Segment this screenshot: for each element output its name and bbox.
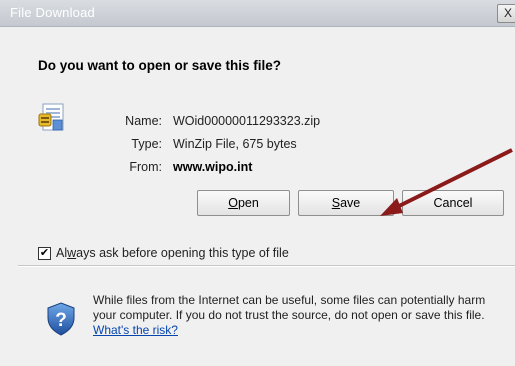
label-prefix: Al	[56, 246, 68, 260]
open-label: pen	[237, 196, 259, 210]
top-panel: Do you want to open or save this file? N…	[0, 28, 515, 265]
warning-message: While files from the Internet can be use…	[93, 293, 511, 338]
save-button[interactable]: Save	[298, 190, 394, 216]
file-source-value: www.wipo.int	[173, 160, 253, 174]
save-label: ave	[340, 196, 361, 210]
shield-question-icon: ?	[47, 302, 75, 336]
file-type-value: WinZip File, 675 bytes	[173, 137, 297, 151]
whats-the-risk-link[interactable]: What's the risk?	[93, 323, 178, 337]
warning-body: While files from the Internet can be use…	[93, 293, 486, 322]
name-label: Name:	[125, 114, 162, 128]
open-accelerator: O	[228, 196, 238, 210]
close-button[interactable]: X	[497, 4, 515, 23]
warning-panel: ? While files from the Internet can be u…	[0, 267, 515, 366]
always-ask-checkbox[interactable]: ✔	[38, 247, 51, 260]
svg-text:?: ?	[55, 310, 67, 331]
type-label: Type:	[131, 137, 162, 151]
always-ask-label: Always ask before opening this type of f…	[56, 246, 289, 260]
cancel-button[interactable]: Cancel	[402, 190, 504, 216]
file-download-dialog: File Download X Do you want to open or s…	[0, 0, 515, 366]
file-name-value: WOid00000011293323.zip	[173, 114, 321, 128]
window-title: File Download	[10, 5, 95, 20]
save-accelerator: S	[331, 196, 341, 210]
zip-file-icon	[38, 103, 64, 131]
dialog-question: Do you want to open or save this file?	[38, 58, 282, 73]
title-bar: File Download X	[0, 0, 515, 27]
label-accelerator: w	[67, 246, 77, 260]
label-rest: ays ask before opening this type of file	[76, 246, 289, 260]
from-label: From:	[129, 160, 162, 174]
open-button[interactable]: Open	[197, 190, 290, 216]
